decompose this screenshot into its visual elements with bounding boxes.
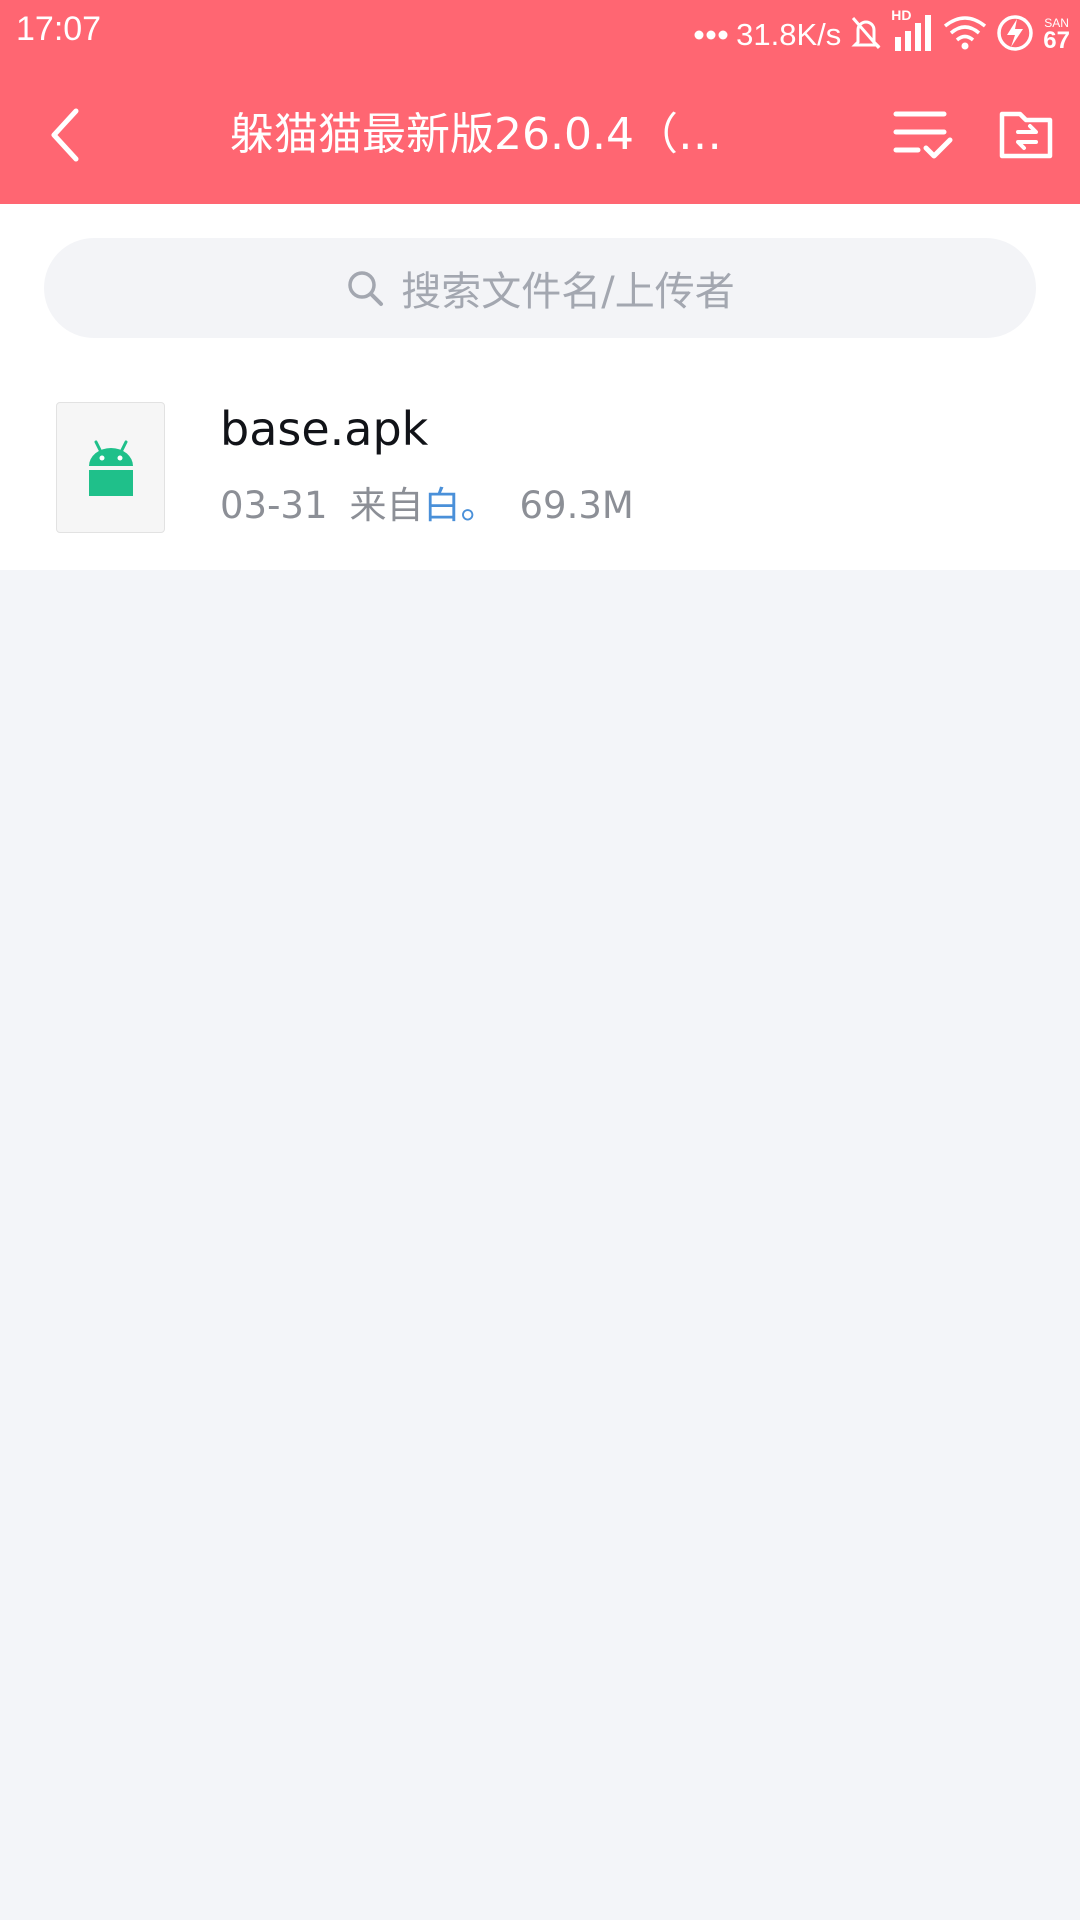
file-date: 03-31: [220, 484, 328, 527]
back-button[interactable]: [34, 100, 94, 170]
file-size: 69.3M: [519, 484, 634, 527]
folder-transfer-button[interactable]: [996, 104, 1056, 164]
search-input[interactable]: 搜索文件名/上传者: [44, 238, 1036, 338]
file-thumbnail: [56, 402, 165, 533]
search-icon: [348, 271, 384, 306]
list-check-icon: [893, 111, 953, 159]
android-icon: [88, 440, 133, 496]
battery-charging-icon: [995, 13, 1035, 57]
wifi-icon: [943, 14, 987, 56]
file-from-label: 来自: [349, 484, 424, 527]
file-list-panel: 搜索文件名/上传者 base.apk 03-31 来自白。 69.3M: [0, 204, 1080, 570]
file-uploader-link[interactable]: 白。: [424, 484, 498, 527]
signal-icon: HD: [891, 7, 935, 57]
file-name: base.apk: [220, 402, 429, 456]
battery-level: 67: [1043, 27, 1070, 54]
battery-label: SAN 67: [1043, 16, 1070, 54]
page-title: 躲猫猫最新版26.0.4（…: [230, 109, 722, 160]
file-meta: 03-31 来自白。 69.3M: [220, 476, 634, 536]
network-speed: 31.8K/s: [736, 17, 842, 52]
signal-hd-label: HD: [891, 7, 912, 23]
bell-muted-icon: [849, 14, 883, 56]
file-list-item[interactable]: base.apk 03-31 来自白。 69.3M: [0, 394, 1080, 544]
status-bar: 17:07 31.8K/s HD SAN 67: [0, 0, 1080, 66]
chevron-left-icon: [51, 108, 79, 162]
more-dots-icon: [694, 26, 728, 45]
folder-transfer-icon: [999, 111, 1053, 159]
status-time: 17:07: [16, 10, 102, 48]
search-placeholder: 搜索文件名/上传者: [401, 269, 735, 315]
status-right: 31.8K/s HD SAN 67: [694, 7, 1070, 60]
multi-select-button[interactable]: [892, 104, 956, 164]
app-header: 17:07 31.8K/s HD SAN 67 躲猫猫最新版26.0.4（…: [0, 0, 1080, 204]
